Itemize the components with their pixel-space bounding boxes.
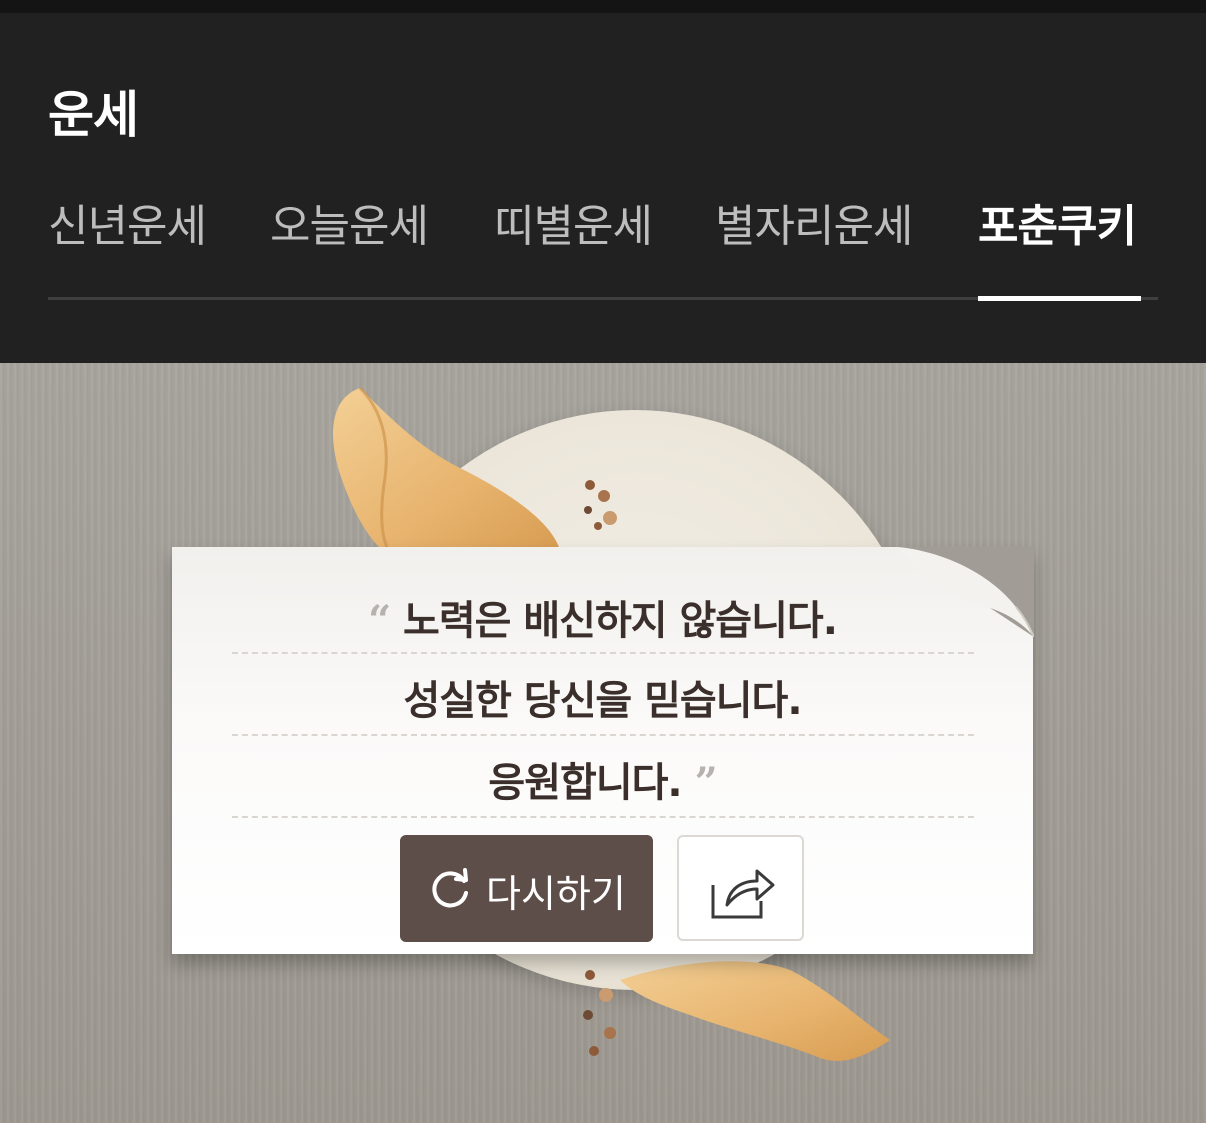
crumbs-top-image [584, 480, 617, 530]
dashed-divider [232, 652, 974, 654]
tab-new-year-fortune[interactable]: 신년운세 [48, 190, 207, 252]
tab-zodiac-animal-fortune[interactable]: 띠별운세 [494, 190, 653, 252]
dashed-divider [232, 734, 974, 736]
tab-today-fortune[interactable]: 오늘운세 [270, 190, 429, 252]
refresh-icon [432, 868, 468, 908]
retry-button-label: 다시하기 [486, 872, 626, 916]
dashed-divider [232, 816, 974, 818]
fortune-line-2: 성실한 당신을 믿습니다. [172, 668, 1033, 726]
fortune-line-1: “ 노력은 배신하지 않습니다. [172, 588, 1033, 646]
retry-button[interactable]: 다시하기 [400, 835, 653, 942]
tab-horoscope-fortune[interactable]: 별자리운세 [715, 190, 913, 252]
fortune-page: 운세 신년운세 오늘운세 띠별운세 별자리운세 포춘쿠키 “ 노력은 배신하지 … [0, 0, 1206, 1123]
tab-fortune-cookie[interactable]: 포춘쿠키 [978, 190, 1137, 252]
page-title: 운세 [48, 86, 139, 144]
share-icon [711, 869, 775, 919]
close-quote-icon: ” [694, 759, 718, 806]
fortune-text-2: 성실한 당신을 믿습니다. [403, 678, 802, 724]
active-tab-indicator [978, 296, 1141, 301]
app-header: 운세 [0, 13, 1206, 363]
fortune-text-1: 노력은 배신하지 않습니다. [403, 598, 838, 644]
open-quote-icon: “ [368, 597, 391, 644]
fortune-tabs: 신년운세 오늘운세 띠별운세 별자리운세 포춘쿠키 [48, 190, 1158, 300]
fortune-text-3: 응원합니다. [488, 760, 682, 806]
crumbs-bottom-image [583, 970, 616, 1056]
share-button[interactable] [677, 835, 804, 941]
fortune-cookie-bottom-image [620, 961, 890, 1061]
fortune-line-3: 응원합니다. ” [172, 750, 1033, 808]
status-bar-strip [0, 0, 1206, 13]
